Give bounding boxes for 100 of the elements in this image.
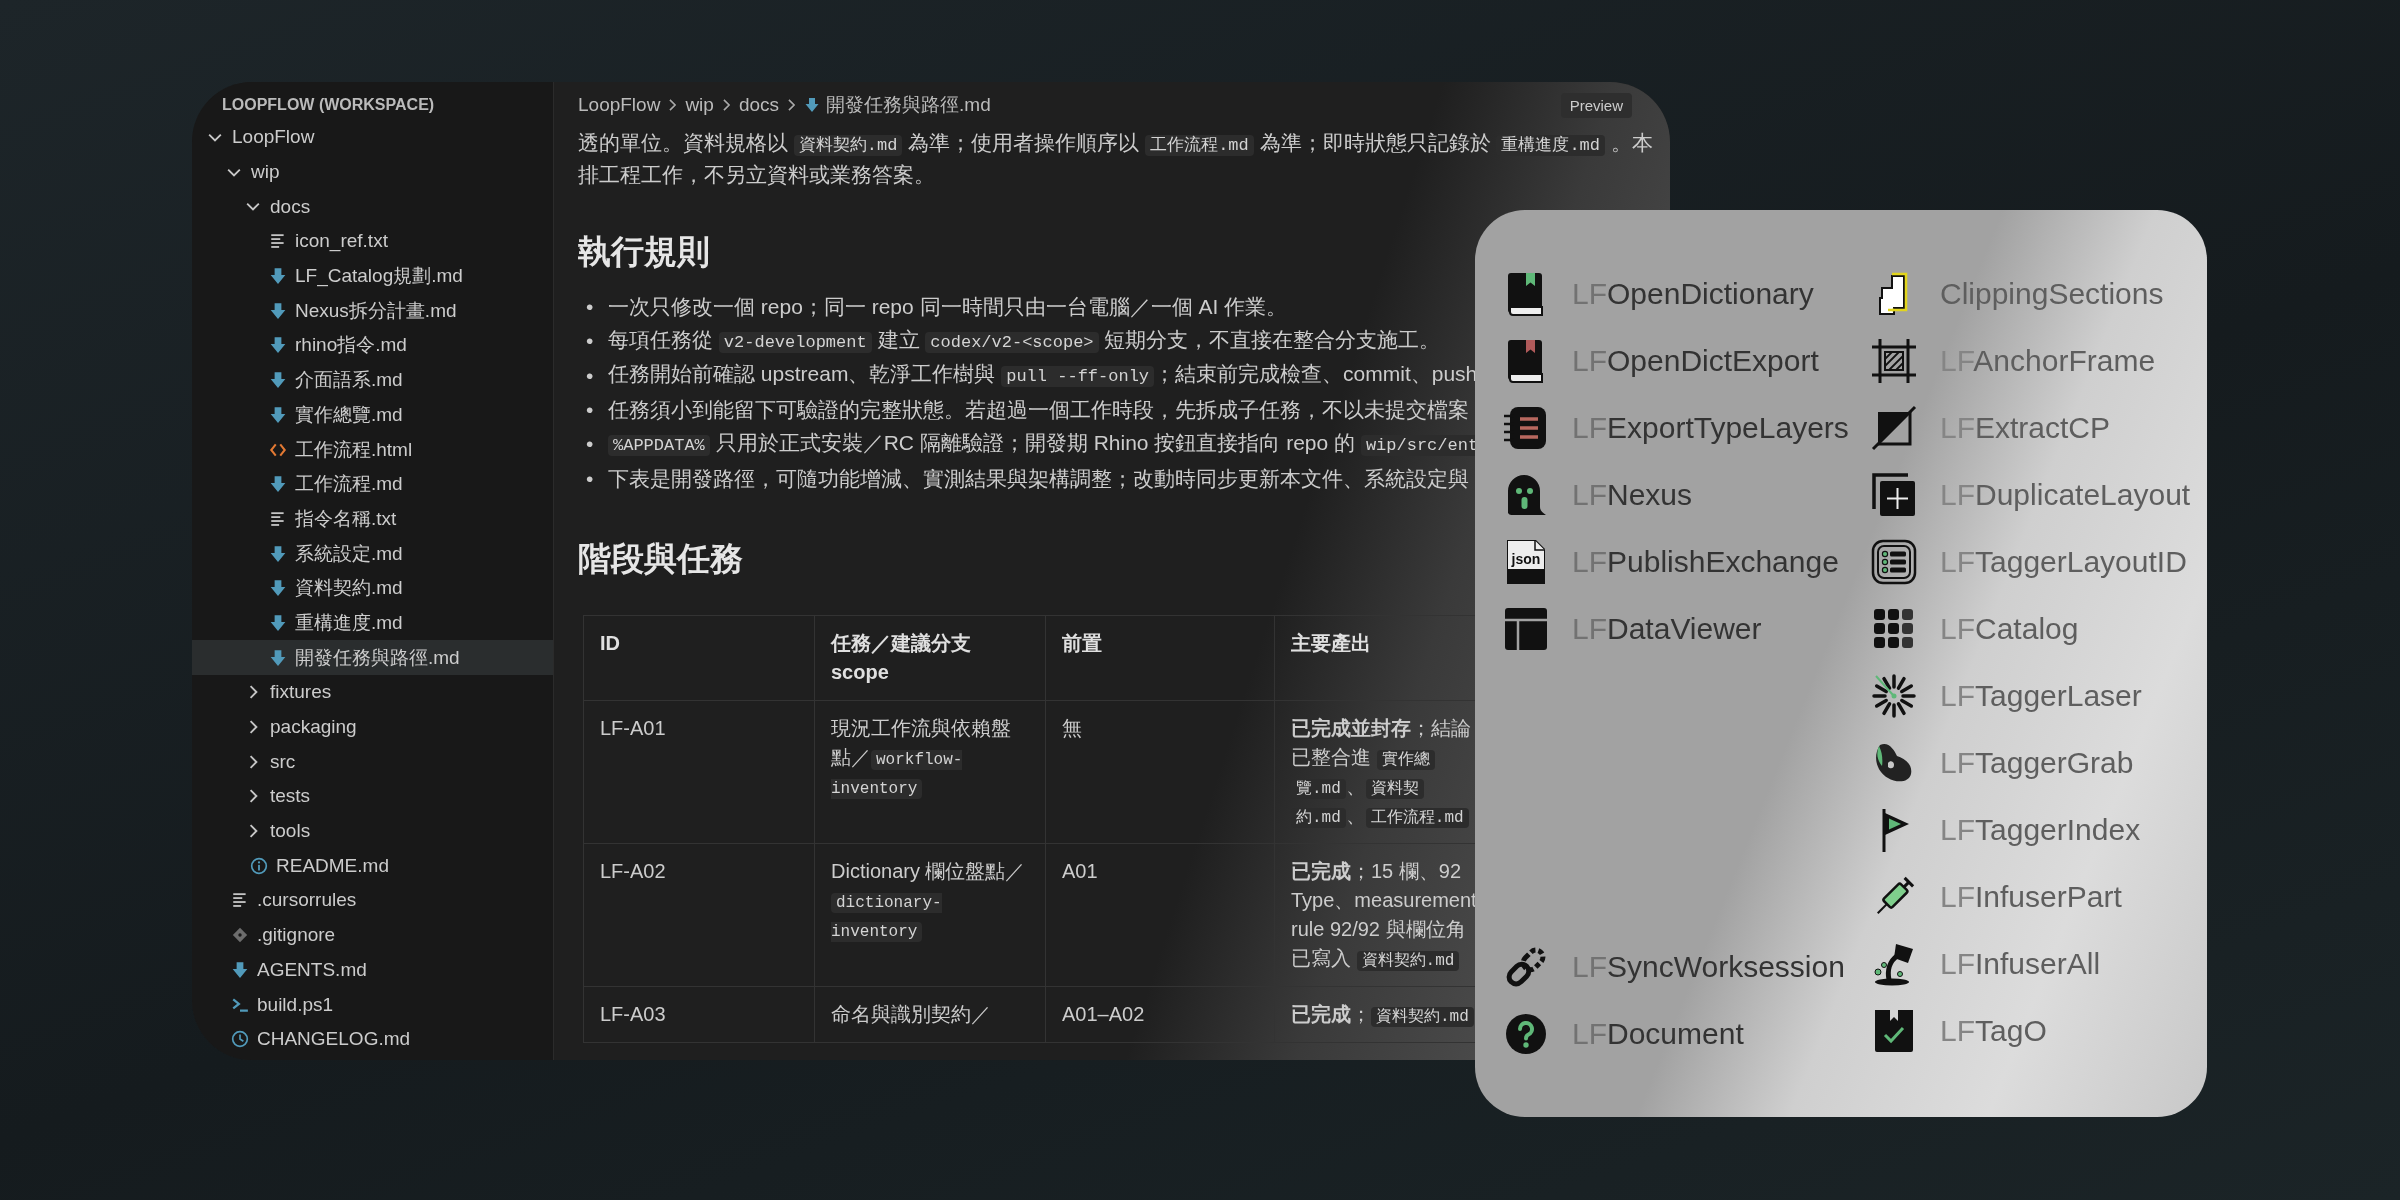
text-file-icon [231, 891, 249, 910]
markdown-file-icon [269, 544, 287, 563]
cell-text: rule 92/92 與欄位角 [1291, 916, 1466, 942]
table-cell: LF-A02 [583, 843, 815, 987]
bullet-item: 任務開始前確認 upstream、乾淨工作樹與 pull --ff-only ；結束前完成檢查、commit、push [608, 361, 1478, 390]
cell-text: 覽.md 、 資料契 [1291, 771, 1424, 801]
clock-icon [231, 1030, 249, 1049]
chevron-right-icon [722, 99, 730, 111]
file-item[interactable]: .cursorrules [192, 883, 553, 918]
folder-item[interactable]: tests [192, 779, 553, 814]
command-label: LFCatalog [1940, 611, 2079, 646]
file-item[interactable]: AGENTS.md [192, 952, 553, 988]
section-heading: 執行規則 [578, 232, 710, 272]
text-file-icon [269, 232, 287, 251]
text-file-icon [269, 509, 287, 528]
markdown-file-icon [231, 960, 249, 979]
table-cell: 現況工作流與依賴盤點／ workflow-inventory [814, 700, 1046, 844]
file-item[interactable]: 工作流程.md [192, 466, 553, 502]
paragraph-line: 透的單位。資料規格以 資料契約.md 為準；使用者操作順序以 工作流程.md 為準；即時狀態只記錄於 重構進度.md 。本 [578, 130, 1653, 158]
file-item[interactable]: Nexus拆分計畫.md [192, 293, 553, 329]
file-item[interactable]: 實作總覽.md [192, 397, 553, 433]
file-item[interactable]: 工作流程.html [192, 432, 553, 467]
markdown-file-icon [269, 613, 287, 632]
command-label: ClippingSections [1940, 276, 2164, 311]
markdown-file-icon [804, 97, 821, 113]
table-cell: A01 [1045, 843, 1275, 987]
table-cell: 無 [1045, 700, 1275, 844]
file-item[interactable]: README.md [192, 848, 553, 884]
breadcrumb-item[interactable]: 開發任務與路徑.md [804, 92, 991, 118]
bullet-marker: • [585, 363, 595, 388]
bullet-item: 一次只修改一個 repo；同一 repo 同一時間只由一台電腦／一個 AI 作業。 [608, 294, 1288, 321]
folder-item[interactable]: LoopFlow [192, 120, 553, 155]
cell-text: 已整合進 實作總 [1291, 742, 1435, 772]
chevron-right-icon [669, 99, 677, 111]
command-label: LFInfuserAll [1940, 946, 2101, 981]
markdown-file-icon [269, 336, 287, 355]
bullet-marker: • [585, 329, 595, 354]
file-item[interactable]: CHANGELOG.md [192, 1021, 553, 1057]
file-item[interactable]: rhino指令.md [192, 328, 553, 363]
triangle-icon [1870, 403, 1918, 452]
folder-item[interactable]: packaging [192, 709, 553, 745]
table-cell: Dictionary 欄位盤點／ dictionary-inventory [814, 843, 1046, 987]
file-item[interactable]: build.ps1 [192, 987, 553, 1022]
cell-text: 已完成；15 欄、92 [1291, 858, 1462, 884]
file-item[interactable]: .gitignore [192, 917, 553, 953]
markdown-file-icon [269, 475, 287, 494]
explorer-title: LOOPFLOW (WORKSPACE) [221, 95, 435, 115]
burst-icon [1870, 671, 1918, 720]
breadcrumb-item[interactable]: docs [738, 94, 780, 116]
markdown-file-icon [269, 267, 287, 286]
duplicate-icon [1870, 470, 1918, 519]
cell-text: 已完成並封存；結論 [1291, 715, 1471, 741]
column-header: 任務／建議分支 scope [814, 615, 1046, 701]
markdown-file-icon [269, 371, 287, 390]
command-label: LFTaggerGrab [1940, 745, 2134, 780]
command-label: LFInfuserPart [1940, 879, 2122, 914]
table-cell: 命名與識別契約／ [814, 986, 1046, 1043]
file-item[interactable]: 指令名稱.txt [192, 501, 553, 537]
table-cell: LF-A03 [583, 986, 815, 1043]
file-item[interactable]: 資料契約.md [192, 570, 553, 606]
file-item[interactable]: LF_Catalog規劃.md [192, 258, 553, 294]
folder-item[interactable]: tools [192, 813, 553, 849]
file-item[interactable]: 重構進度.md [192, 605, 553, 641]
info-icon [250, 856, 268, 875]
breadcrumb-item[interactable]: LoopFlow [578, 94, 661, 116]
file-item[interactable]: 介面語系.md [192, 362, 553, 398]
command-label: LFTaggerLaser [1940, 678, 2142, 713]
folder-item[interactable]: fixtures [192, 675, 553, 710]
column-header: 前置 [1045, 615, 1275, 701]
bullet-item: 下表是開發路徑，可隨功能增減、實測結果與架構調整；改動時同步更新本文件、系統設定與 [608, 465, 1469, 492]
command-label: LFTaggerIndex [1940, 812, 2141, 847]
command-label: LFTagO [1940, 1013, 2047, 1048]
preview-button[interactable]: Preview [1560, 92, 1632, 118]
file-item[interactable]: 開發任務與路徑.md [192, 640, 553, 675]
bullet-marker: • [585, 398, 595, 423]
folder-item[interactable]: src [192, 744, 553, 780]
markdown-file-icon [269, 405, 287, 424]
cell-text: Type、measurement [1291, 887, 1477, 913]
bullet-item: 每項任務從 v2-development 建立 codex/v2-<scope> 短期分支，不直接在整合分支施工。 [608, 326, 1441, 355]
bullet-marker: • [585, 466, 595, 491]
folder-item[interactable]: docs [192, 189, 553, 225]
cell-text: 已完成； 資料契約.md [1291, 999, 1474, 1029]
bullet-item: 任務須小到能留下可驗證的完整狀態。若超過一個工作時段，先拆成子任務，不以未提交檔案 [608, 397, 1469, 424]
file-item[interactable]: 系統設定.md [192, 536, 553, 571]
frame-icon [1870, 336, 1918, 385]
command-label: LFTaggerLayoutID [1940, 544, 2187, 579]
bullet-marker: • [585, 432, 595, 457]
breadcrumb-item[interactable]: wip [685, 94, 714, 116]
file-item[interactable]: icon_ref.txt [192, 224, 553, 259]
folder-item[interactable]: wip [192, 154, 553, 190]
cell-text: 已寫入 資料契約.md [1291, 943, 1460, 973]
section-heading: 階段與任務 [578, 538, 743, 579]
markdown-file-icon [269, 648, 287, 667]
cell-text: 約.md 、 工作流程.md [1291, 800, 1469, 830]
chevron-right-icon [788, 99, 796, 111]
list-icon [1870, 537, 1918, 586]
markdown-file-icon [269, 579, 287, 598]
table-cell: LF-A01 [583, 700, 815, 844]
bullet-marker: • [585, 295, 595, 320]
column-header: ID [583, 615, 815, 701]
